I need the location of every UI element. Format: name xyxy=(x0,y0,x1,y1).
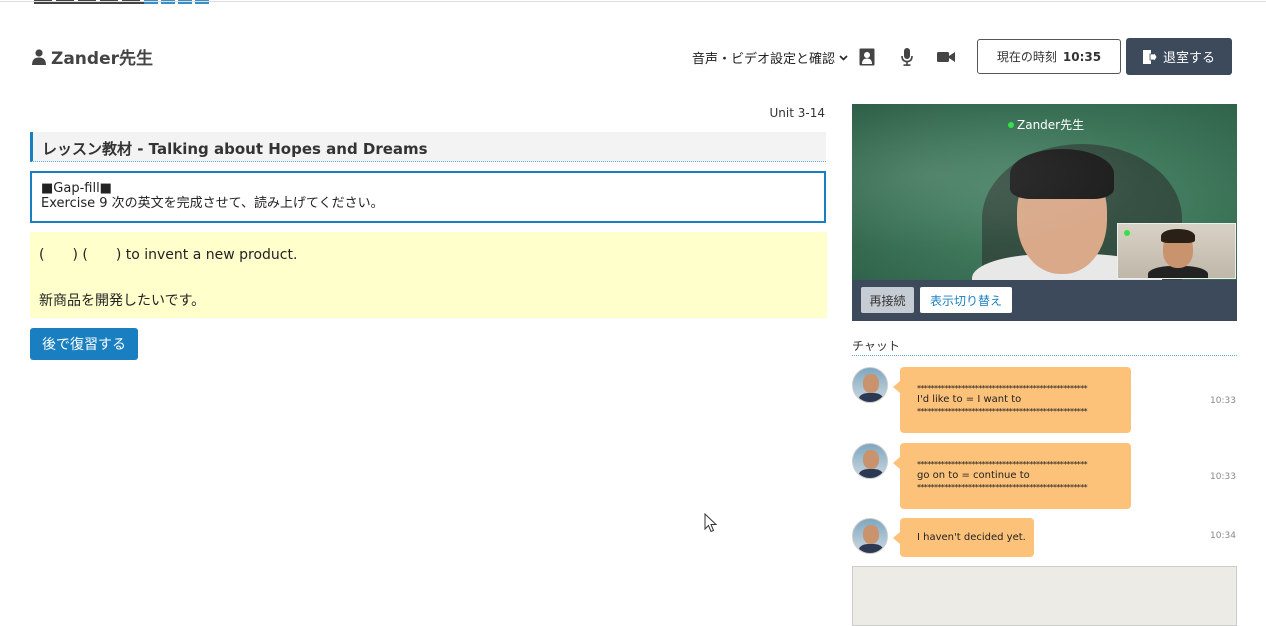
self-video-preview[interactable] xyxy=(1117,223,1236,279)
exercise-instruction: Exercise 9 次の英文を完成させて、読み上げてください。 xyxy=(41,196,384,211)
chat-separator: ****************************************… xyxy=(917,407,1088,416)
sentence-english: ( ) ( ) to invent a new product. xyxy=(39,247,298,263)
chat-timestamp: 10:33 xyxy=(1210,472,1236,482)
exercise-box: ■Gap-fill■ Exercise 9 次の英文を完成させて、読み上げてくだ… xyxy=(30,171,826,223)
avatar xyxy=(852,367,888,403)
clock-label: 現在の時刻 xyxy=(996,50,1057,64)
chat-text: go on to = continue to xyxy=(917,470,1030,481)
chat-bubble: ****************************************… xyxy=(893,367,1131,433)
chat-bubble: I haven't decided yet. xyxy=(893,518,1034,557)
avatar xyxy=(852,443,888,479)
exit-room-button[interactable]: 退室する xyxy=(1126,38,1232,75)
mouse-cursor-icon xyxy=(704,513,718,533)
sentence-japanese: 新商品を開発したいです。 xyxy=(39,293,206,309)
user-icon xyxy=(32,48,46,65)
switch-view-button[interactable]: 表示切り替え xyxy=(920,287,1012,313)
gap-fill-sentence-box: ( ) ( ) to invent a new product. 新商品を開発し… xyxy=(30,232,827,318)
video-camera-icon[interactable] xyxy=(936,47,956,67)
video-teacher-name: Zander先生 xyxy=(1017,118,1085,132)
video-teacher-label: Zander先生 xyxy=(1008,116,1084,133)
chat-text: I'd like to = I want to xyxy=(917,394,1022,405)
online-status-dot xyxy=(1008,121,1014,128)
exit-room-label: 退室する xyxy=(1162,51,1215,66)
chat-divider xyxy=(852,355,1237,356)
chat-bubble: ****************************************… xyxy=(893,443,1131,509)
chat-input[interactable] xyxy=(852,566,1237,626)
current-time-display: 現在の時刻 10:35 xyxy=(977,39,1121,74)
unit-label: Unit 3-14 xyxy=(769,106,825,120)
avatar xyxy=(852,518,888,554)
chevron-down-icon xyxy=(839,54,848,61)
microphone-icon[interactable] xyxy=(897,47,917,67)
chat-text: I haven't decided yet. xyxy=(917,531,1026,543)
chat-separator: ****************************************… xyxy=(917,483,1088,492)
review-later-button[interactable]: 後で復習する xyxy=(30,328,138,360)
self-online-dot xyxy=(1124,230,1130,236)
clock-time: 10:35 xyxy=(1062,49,1102,64)
portrait-icon[interactable] xyxy=(857,47,877,67)
chat-timestamp: 10:33 xyxy=(1210,396,1236,406)
av-settings-label: 音声・ビデオ設定と確認 xyxy=(692,52,836,67)
chat-separator: ****************************************… xyxy=(917,460,1088,469)
chat-heading: チャット xyxy=(852,339,900,353)
top-divider xyxy=(0,1,1266,2)
lesson-header: Zander先生 音声・ビデオ設定と確認 現在の時刻 10:35 退室する xyxy=(0,38,1266,76)
chat-separator: ****************************************… xyxy=(917,384,1088,393)
av-settings-dropdown[interactable]: 音声・ビデオ設定と確認 xyxy=(692,48,848,67)
exercise-tag: ■Gap-fill■ xyxy=(41,181,112,196)
lesson-title: レッスン教材 - Talking about Hopes and Dreams xyxy=(30,132,826,162)
chat-timestamp: 10:34 xyxy=(1210,531,1236,541)
exit-door-icon xyxy=(1142,49,1157,64)
reconnect-button[interactable]: 再接続 xyxy=(861,287,914,313)
teacher-name: Zander先生 xyxy=(32,44,153,69)
teacher-name-text: Zander先生 xyxy=(51,49,153,69)
